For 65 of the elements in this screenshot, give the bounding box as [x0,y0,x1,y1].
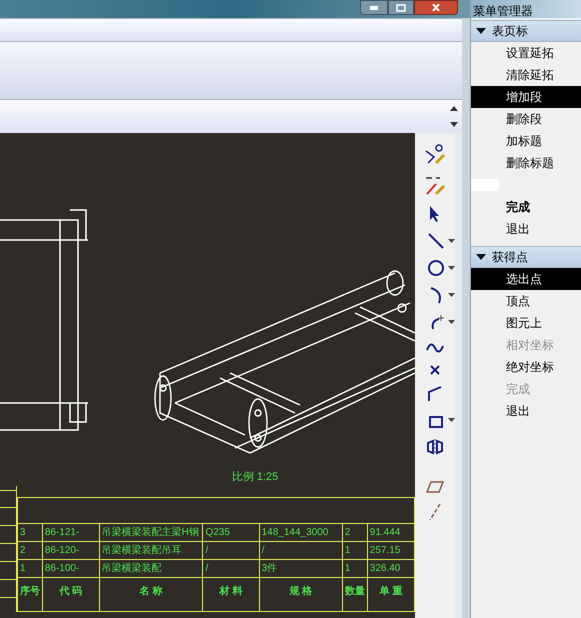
table-cell: 3件 [259,560,342,578]
menu-item[interactable]: 设置延拓 [471,42,581,64]
table-cell: 86-100- [42,560,100,578]
caret-icon[interactable] [448,239,454,243]
table-cell: 86-121- [42,524,100,542]
maximize-button[interactable] [388,0,414,15]
menu-item[interactable]: 选出点 [471,268,581,290]
table-cell: 1 [342,542,368,560]
column-header: 代 码 [42,578,100,612]
line-icon[interactable] [426,232,444,250]
table-cell: 1 [17,560,42,578]
menu-item[interactable]: 删除标题 [471,152,581,174]
table-cell: Q235 [202,524,260,542]
parallelogram-icon[interactable] [424,480,444,494]
constraint-icon[interactable] [424,143,446,165]
circle-icon[interactable] [426,259,444,277]
panel-title: 菜单管理器 [472,5,533,18]
centerline-icon[interactable] [428,503,442,521]
table-cell: 吊梁横梁装配 [99,560,203,578]
table-cell: / [202,560,260,578]
caret-icon[interactable] [448,418,454,422]
column-header: 材 料 [202,578,260,612]
section-title: 表页标 [492,23,528,40]
column-header: 规 格 [259,578,342,612]
minimize-icon [369,4,379,10]
menu-item[interactable]: 删除段 [471,108,581,130]
column-header: 名 称 [99,578,203,612]
menu-item[interactable]: 加标题 [471,130,581,152]
menu-item[interactable]: 图元上 [471,312,581,334]
table-cell: / [202,542,260,560]
column-header: 序号 [17,578,42,612]
table-cell: 2 [342,524,368,542]
expanded-triangle-icon[interactable] [476,27,486,35]
menu-item[interactable]: 退出 [471,400,581,422]
caret-icon[interactable] [448,320,454,324]
section-header[interactable]: 表页标 [471,20,581,42]
table-cell: / [259,542,342,560]
point-icon[interactable] [430,365,440,375]
table-cell: 吊梁横梁装配吊耳 [99,542,203,560]
table-cell: 2 [17,542,42,560]
column-header: 数量 [342,578,368,612]
menu-item[interactable]: 清除延拓 [471,64,581,86]
table-cell: 3 [17,524,42,542]
minimize-button[interactable] [360,0,388,15]
menu-item[interactable]: 完成 [471,196,581,218]
menu-item[interactable]: 退出 [471,218,581,240]
close-icon [431,4,441,11]
table-cell: 吊梁横梁装配主梁H钢 [99,524,203,542]
expanded-triangle-icon[interactable] [476,253,486,261]
caret-icon[interactable] [448,266,454,270]
caret-icon[interactable] [448,293,454,297]
scroll-down-icon[interactable] [450,122,458,128]
menu-item[interactable]: 顶点 [471,290,581,312]
scroll-up-icon[interactable] [450,106,458,111]
maximize-icon [396,4,406,12]
table-cell: 1 [342,560,368,578]
table-cell: 86-120- [42,542,100,560]
section-header[interactable]: 获得点 [471,246,581,268]
close-button[interactable] [414,0,458,15]
section-title: 获得点 [492,249,528,266]
table-cell: 148_144_3000 [259,524,342,542]
menu-item[interactable]: 绝对坐标 [471,356,581,378]
scale-label: 比例 1:25 [232,470,278,485]
mirror-icon[interactable] [424,438,444,456]
menu-item[interactable]: 增加段 [471,86,581,108]
